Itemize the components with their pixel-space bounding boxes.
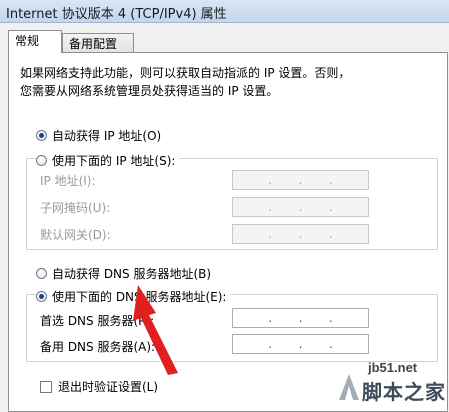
site-watermark: jb51.net 脚本之家: [336, 360, 449, 404]
watermark-brand: 脚本之家: [362, 382, 446, 404]
ip-address-input[interactable]: ...: [232, 170, 369, 190]
default-gateway-input[interactable]: ...: [232, 224, 369, 244]
preferred-dns-input[interactable]: ...: [232, 308, 369, 328]
ip-address-label: IP 地址(I):: [40, 174, 96, 188]
tab-alternate-configuration[interactable]: 备用配置: [62, 33, 134, 53]
title-bar: Internet 协议版本 4 (TCP/IPv4) 属性: [0, 0, 449, 23]
window-title: Internet 协议版本 4 (TCP/IPv4) 属性: [6, 7, 227, 22]
dns-auto-radio[interactable]: [36, 268, 47, 279]
ip-manual-label: 使用下面的 IP 地址(S):: [52, 154, 176, 168]
annotation-arrow-icon: [133, 285, 178, 375]
watermark-logo-icon: [339, 374, 359, 400]
ip-auto-option[interactable]: 自动获得 IP 地址(O): [36, 127, 161, 144]
ip-manual-option[interactable]: 使用下面的 IP 地址(S):: [36, 152, 180, 169]
ip-auto-label: 自动获得 IP 地址(O): [52, 129, 162, 143]
tab-general[interactable]: 常规: [8, 30, 62, 53]
subnet-mask-input[interactable]: ...: [232, 197, 369, 217]
description-line-2: 您需要从网络系统管理员处获得适当的 IP 设置。: [20, 84, 279, 98]
alternate-dns-input[interactable]: ...: [232, 334, 369, 354]
subnet-mask-label: 子网掩码(U):: [40, 201, 111, 215]
dns-manual-radio[interactable]: [36, 291, 47, 302]
watermark-domain: jb51.net: [368, 360, 418, 375]
dns-auto-option[interactable]: 自动获得 DNS 服务器地址(B): [36, 265, 211, 282]
validate-on-exit-checkbox[interactable]: [40, 380, 52, 393]
ip-manual-radio[interactable]: [36, 155, 47, 166]
ip-auto-radio[interactable]: [36, 130, 47, 141]
dns-auto-label: 自动获得 DNS 服务器地址(B): [52, 267, 212, 281]
description-text: 如果网络支持此功能，则可以获取自动指派的 IP 设置。否则， 您需要从网络系统管…: [20, 64, 440, 100]
validate-on-exit-option[interactable]: 退出时验证设置(L): [40, 378, 158, 395]
default-gateway-label: 默认网关(D):: [40, 228, 111, 242]
validate-on-exit-label: 退出时验证设置(L): [58, 380, 159, 394]
description-line-1: 如果网络支持此功能，则可以获取自动指派的 IP 设置。否则，: [20, 66, 351, 80]
